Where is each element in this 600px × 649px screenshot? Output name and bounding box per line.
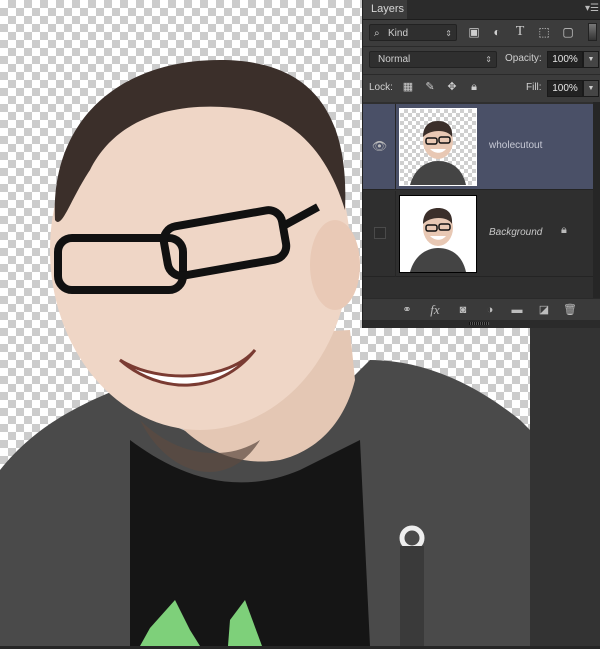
lock-row: Lock: ▦ ✎ ✥ 🔒︎ Fill: 100% ▼	[363, 76, 600, 100]
thumbnail-image	[410, 121, 466, 185]
fill-dropdown-button[interactable]: ▼	[583, 80, 599, 97]
blend-mode-select[interactable]: Normal ⇕	[369, 51, 497, 68]
new-layer-icon[interactable]: ◪	[536, 302, 552, 318]
delete-layer-icon[interactable]: 🗑︎	[562, 302, 578, 318]
filter-row: ⌕ Kind ⇕ ▣ ◐ T ⬚ ▢	[363, 20, 600, 44]
select-arrows-icon: ⇕	[445, 29, 452, 38]
visibility-toggle[interactable]: 👁︎	[363, 104, 396, 190]
eye-icon: 👁︎	[372, 139, 388, 153]
lock-transparent-pixels-icon[interactable]: ▦	[401, 80, 415, 94]
adjustment-filter-icon[interactable]: ◐	[490, 25, 504, 39]
layer-name[interactable]: Background	[489, 227, 542, 238]
type-filter-icon[interactable]: T	[513, 25, 527, 39]
new-group-icon[interactable]: ▬	[509, 302, 525, 318]
opacity-label: Opacity:	[505, 53, 542, 64]
panel-menu-icon[interactable]: ▾☰	[585, 3, 599, 15]
layers-panel: Layers ▾☰ ⌕ Kind ⇕ ▣ ◐ T ⬚ ▢ Normal ⇕ Op…	[362, 0, 600, 328]
layer-thumbnail	[399, 195, 477, 273]
lock-position-icon[interactable]: ✥	[445, 80, 459, 94]
layer-name[interactable]: wholecutout	[489, 140, 542, 151]
add-mask-icon[interactable]: ◙	[455, 302, 471, 318]
filter-toggle[interactable]	[588, 23, 597, 41]
layers-list: 👁︎ wholecutout Background 🔒︎	[363, 102, 600, 298]
search-icon: ⌕	[374, 28, 380, 39]
filter-kind-label: Kind	[388, 28, 409, 39]
thumbnail-image	[400, 196, 476, 272]
adjustment-layer-icon[interactable]: ◑	[482, 302, 498, 318]
panel-resize-grip[interactable]	[363, 320, 600, 328]
visibility-toggle[interactable]	[363, 191, 396, 277]
lock-label: Lock:	[369, 82, 393, 93]
divider	[363, 46, 600, 47]
lock-image-pixels-icon[interactable]: ✎	[423, 80, 437, 94]
lock-all-icon[interactable]: 🔒︎	[467, 80, 481, 94]
opacity-dropdown-button[interactable]: ▼	[583, 51, 599, 68]
smart-object-filter-icon[interactable]: ▢	[561, 25, 575, 39]
opacity-input[interactable]: 100%	[547, 51, 583, 68]
layer-thumbnail	[399, 108, 477, 186]
hidden-visibility-box	[374, 227, 386, 239]
blend-row: Normal ⇕ Opacity: 100% ▼	[363, 48, 600, 72]
link-layers-icon[interactable]: ⚭	[399, 302, 415, 318]
panel-footer: ⚭ fx ◙ ◑ ▬ ◪ 🗑︎	[363, 298, 600, 321]
fx-icon[interactable]: fx	[427, 302, 443, 318]
layer-lock-icon: 🔒︎	[561, 224, 567, 236]
filter-kind-select[interactable]: ⌕ Kind ⇕	[369, 24, 457, 41]
shape-filter-icon[interactable]: ⬚	[537, 25, 551, 39]
divider	[363, 74, 600, 75]
panel-header: Layers ▾☰	[363, 0, 600, 20]
blend-mode-value: Normal	[378, 54, 411, 65]
fill-label: Fill:	[526, 82, 542, 93]
layer-row-wholecutout[interactable]: 👁︎ wholecutout	[363, 104, 593, 190]
select-arrows-icon: ⇕	[485, 55, 492, 64]
layer-row-background[interactable]: Background 🔒︎	[363, 191, 593, 277]
layers-scrollbar[interactable]	[593, 102, 600, 298]
fill-input[interactable]: 100%	[547, 80, 583, 97]
tab-layers[interactable]: Layers	[363, 0, 407, 19]
image-filter-icon[interactable]: ▣	[467, 25, 481, 39]
